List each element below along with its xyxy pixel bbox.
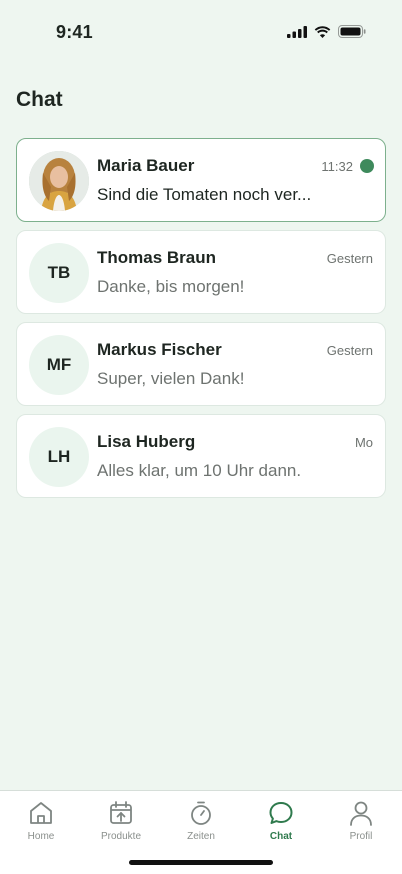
person-icon (350, 801, 372, 826)
chat-time: Gestern (326, 343, 373, 358)
chat-preview: Super, vielen Dank! (97, 369, 245, 388)
chat-preview: Sind die Tomaten noch ver... (97, 185, 312, 204)
tab-label: Profil (349, 831, 373, 842)
wifi-icon (314, 25, 331, 38)
status-icons (287, 25, 366, 38)
tab-label: Produkte (100, 831, 142, 842)
avatar-initials: TB (29, 243, 89, 303)
unread-indicator (360, 159, 374, 173)
avatar-photo (29, 151, 89, 211)
chat-time: 11:32 (321, 159, 353, 174)
tab-label: Home (27, 831, 55, 842)
calendar-upload-icon (110, 801, 132, 824)
battery-icon (338, 25, 366, 38)
chat-item-thomas-braun[interactable]: TB Thomas Braun Danke, bis morgen! Geste… (16, 230, 386, 314)
chat-name: Maria Bauer (97, 156, 195, 175)
home-indicator[interactable] (129, 860, 273, 865)
tab-profil[interactable]: Profil (321, 799, 401, 853)
chat-item-markus-fischer[interactable]: MF Markus Fischer Super, vielen Dank! Ge… (16, 322, 386, 406)
tab-chat[interactable]: Chat (241, 799, 321, 853)
avatar-initials: MF (29, 335, 89, 395)
chat-name: Markus Fischer (97, 340, 222, 359)
chat-item-lisa-huberg[interactable]: LH Lisa Huberg Alles klar, um 10 Uhr dan… (16, 414, 386, 498)
home-icon (30, 802, 52, 824)
tab-home[interactable]: Home (1, 799, 81, 853)
cellular-signal-icon (287, 25, 307, 38)
page-title: Chat (16, 88, 63, 111)
stopwatch-icon (191, 801, 211, 825)
chat-time: Mo (354, 435, 373, 450)
avatar-initials: LH (29, 427, 89, 487)
chat-name: Lisa Huberg (97, 432, 196, 451)
tab-produkte[interactable]: Produkte (81, 799, 161, 853)
chat-preview: Alles klar, um 10 Uhr dann. (97, 461, 302, 480)
status-time: 9:41 (56, 22, 93, 42)
chat-item-maria-bauer[interactable]: Maria Bauer Sind die Tomaten noch ver...… (16, 138, 386, 222)
chat-preview: Danke, bis morgen! (97, 277, 245, 296)
chat-name: Thomas Braun (97, 248, 217, 267)
chat-list: Maria Bauer Sind die Tomaten noch ver...… (16, 138, 386, 506)
chat-bubble-icon (269, 802, 293, 824)
tab-label: Chat (269, 831, 293, 842)
chat-screen: 9:41 Chat Maria Bauer Sind die Tomaten n… (0, 0, 402, 874)
tab-label: Zeiten (187, 831, 215, 842)
chat-time: Gestern (326, 251, 373, 266)
status-bar: 9:41 (0, 0, 402, 64)
tab-zeiten[interactable]: Zeiten (161, 799, 241, 853)
person-photo-icon (29, 151, 89, 211)
